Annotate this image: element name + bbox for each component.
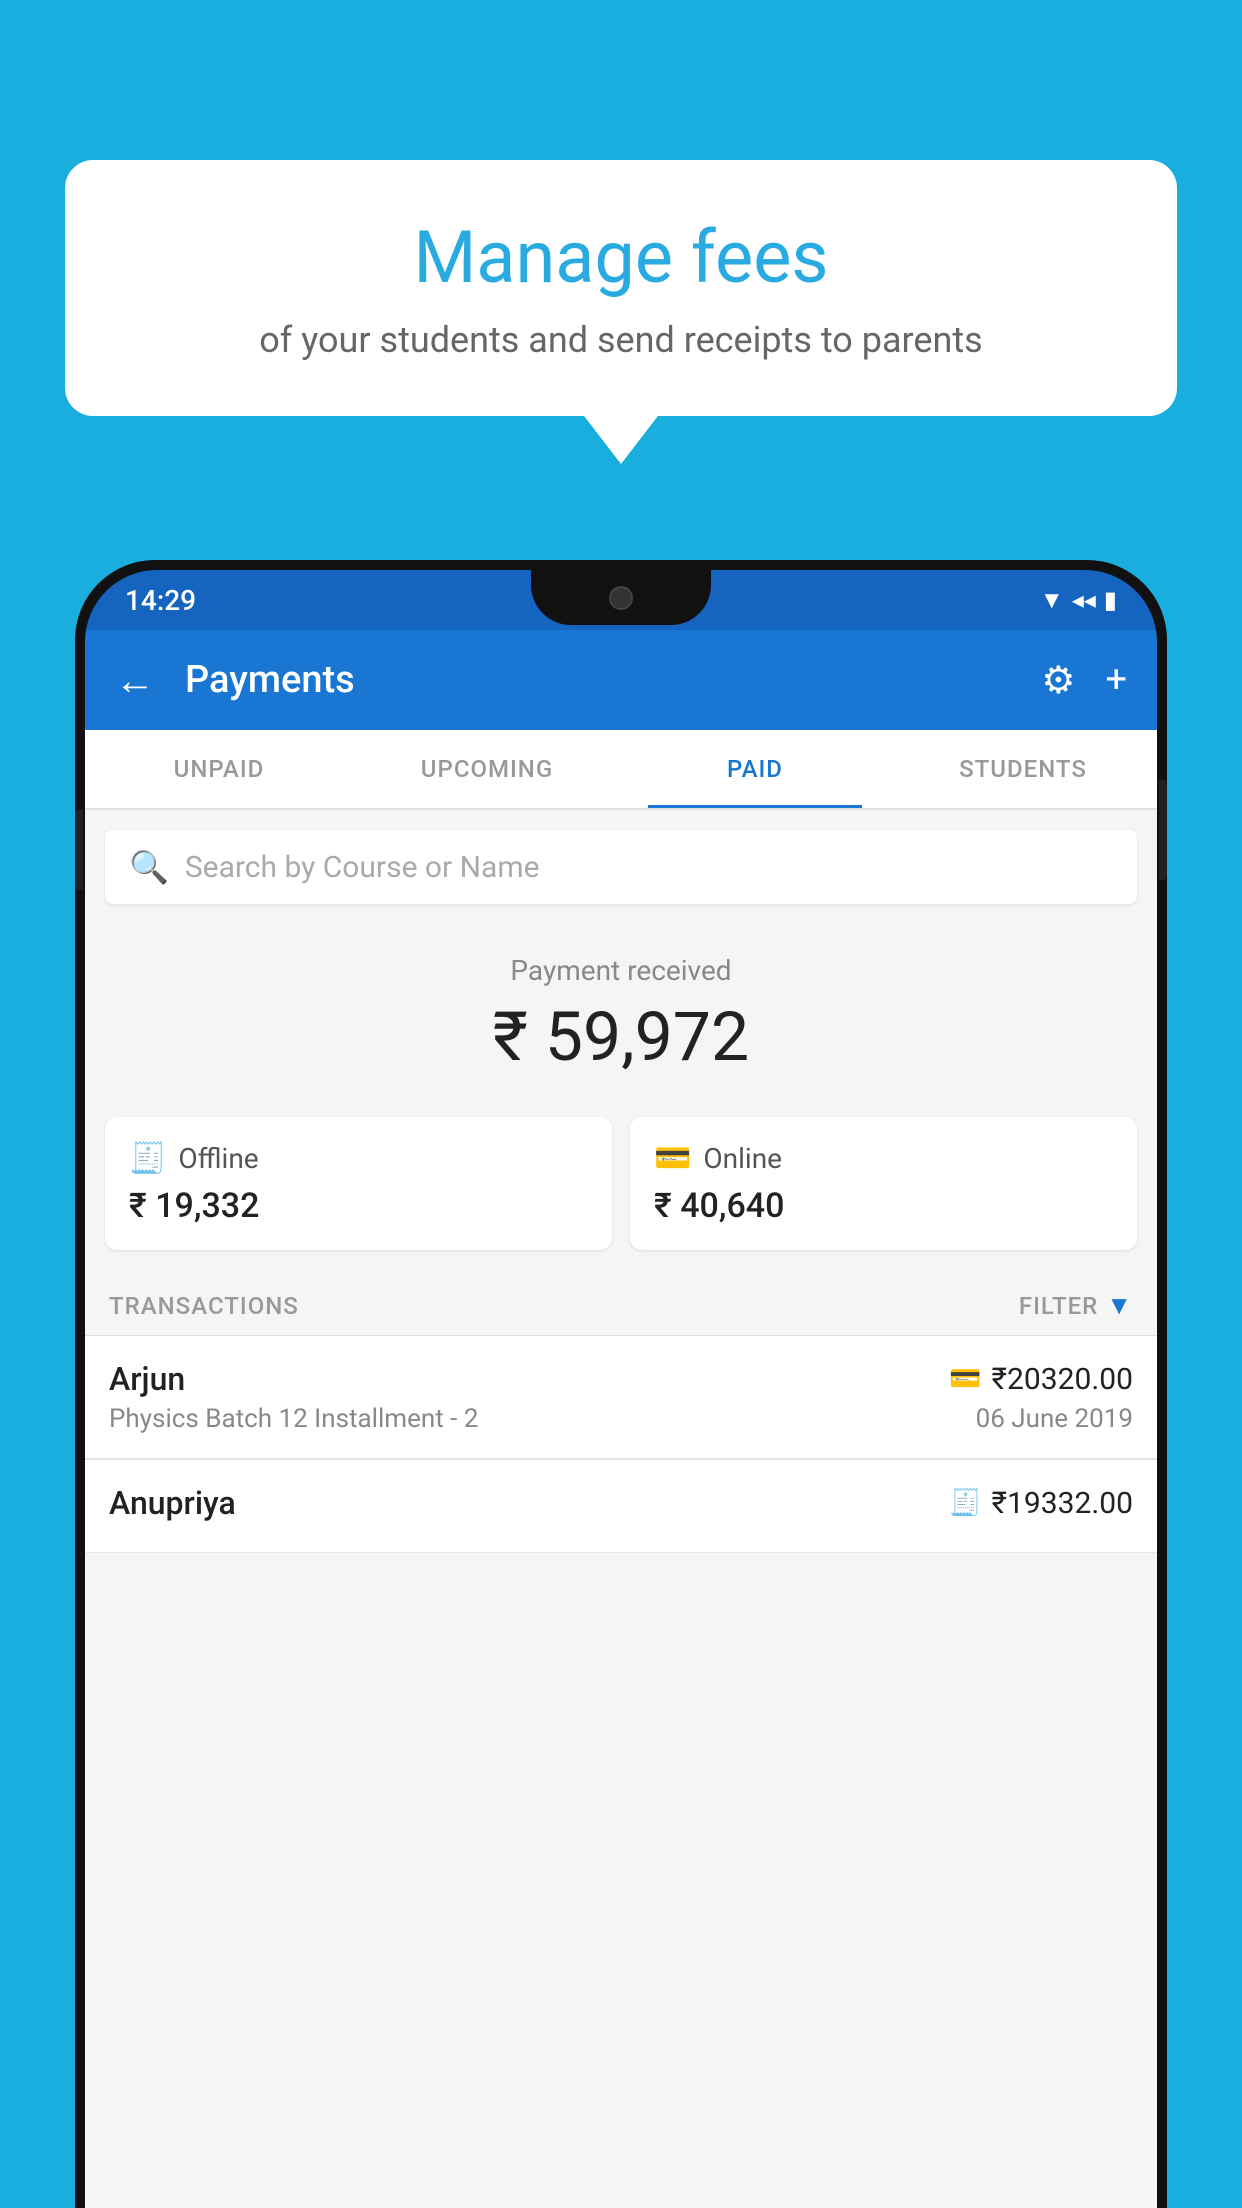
- online-card-header: 💳 Online: [654, 1141, 1113, 1176]
- side-button-right: [1159, 780, 1167, 880]
- transactions-label: TRANSACTIONS: [109, 1292, 299, 1320]
- wifi-icon: ▼: [1040, 586, 1064, 615]
- transaction-top-2: Anupriya 🧾 ₹19332.00: [109, 1484, 1133, 1522]
- app-bar: ← Payments ⚙ +: [85, 630, 1157, 730]
- filter-label: FILTER: [1019, 1292, 1098, 1320]
- phone-screen: 14:29 ▼ ◂◂ ▮ ← Payments ⚙ + UNPAID UPCOM…: [85, 570, 1157, 2208]
- search-icon: 🔍: [129, 848, 169, 886]
- transaction-name-2: Anupriya: [109, 1484, 236, 1522]
- offline-amount: ₹ 19,332: [129, 1186, 588, 1226]
- online-card: 💳 Online ₹ 40,640: [630, 1117, 1137, 1250]
- transaction-description: Physics Batch 12 Installment - 2: [109, 1404, 478, 1434]
- content-area: 🔍 Search by Course or Name Payment recei…: [85, 810, 1157, 2208]
- tab-students[interactable]: STUDENTS: [889, 730, 1157, 808]
- filter-icon: ▼: [1106, 1290, 1133, 1321]
- transaction-row[interactable]: Arjun 💳 ₹20320.00 Physics Batch 12 Insta…: [85, 1336, 1157, 1459]
- transaction-bottom: Physics Batch 12 Installment - 2 06 June…: [109, 1404, 1133, 1434]
- online-amount: ₹ 40,640: [654, 1186, 1113, 1226]
- payment-received-label: Payment received: [85, 954, 1157, 987]
- transaction-amount-wrap: 💳 ₹20320.00: [949, 1362, 1133, 1397]
- filter-button[interactable]: FILTER ▼: [1019, 1290, 1133, 1321]
- phone-frame: 14:29 ▼ ◂◂ ▮ ← Payments ⚙ + UNPAID UPCOM…: [75, 560, 1167, 2208]
- transaction-payment-icon: 💳: [949, 1364, 981, 1394]
- add-button[interactable]: +: [1105, 658, 1127, 702]
- online-label: Online: [703, 1142, 782, 1175]
- transactions-header: TRANSACTIONS FILTER ▼: [85, 1270, 1157, 1335]
- tab-upcoming[interactable]: UPCOMING: [353, 730, 621, 808]
- tab-paid[interactable]: PAID: [621, 730, 889, 808]
- back-button[interactable]: ←: [115, 657, 155, 704]
- offline-card-header: 🧾 Offline: [129, 1141, 588, 1176]
- offline-icon: 🧾: [129, 1141, 166, 1176]
- bubble-title: Manage fees: [125, 215, 1117, 301]
- bubble-subtitle: of your students and send receipts to pa…: [125, 319, 1117, 361]
- search-bar[interactable]: 🔍 Search by Course or Name: [105, 830, 1137, 904]
- payment-total-amount: ₹ 59,972: [85, 997, 1157, 1077]
- settings-button[interactable]: ⚙: [1041, 658, 1075, 703]
- signal-icon: ◂◂: [1072, 586, 1096, 614]
- transaction-date: 06 June 2019: [976, 1404, 1133, 1434]
- tab-unpaid[interactable]: UNPAID: [85, 730, 353, 808]
- transaction-amount-2: ₹19332.00: [992, 1486, 1133, 1521]
- app-bar-actions: ⚙ +: [1041, 658, 1127, 703]
- transaction-amount-wrap-2: 🧾 ₹19332.00: [949, 1486, 1133, 1521]
- search-placeholder: Search by Course or Name: [185, 850, 540, 885]
- payment-cards: 🧾 Offline ₹ 19,332 💳 Online ₹ 40,640: [85, 1097, 1157, 1270]
- transaction-name: Arjun: [109, 1360, 185, 1398]
- transaction-top: Arjun 💳 ₹20320.00: [109, 1360, 1133, 1398]
- side-button-left: [75, 810, 83, 890]
- status-icons: ▼ ◂◂ ▮: [1040, 586, 1117, 615]
- offline-label: Offline: [178, 1142, 258, 1175]
- online-icon: 💳: [654, 1141, 691, 1176]
- tabs: UNPAID UPCOMING PAID STUDENTS: [85, 730, 1157, 810]
- app-title: Payments: [185, 658, 1041, 702]
- battery-icon: ▮: [1104, 586, 1117, 614]
- camera: [609, 586, 633, 610]
- transaction-row[interactable]: Anupriya 🧾 ₹19332.00: [85, 1460, 1157, 1553]
- status-time: 14:29: [125, 584, 196, 617]
- phone-notch: [531, 570, 711, 625]
- speech-bubble: Manage fees of your students and send re…: [65, 160, 1177, 416]
- payment-summary: Payment received ₹ 59,972: [85, 924, 1157, 1097]
- transaction-amount: ₹20320.00: [992, 1362, 1133, 1397]
- transaction-payment-icon-2: 🧾: [949, 1488, 981, 1518]
- offline-card: 🧾 Offline ₹ 19,332: [105, 1117, 612, 1250]
